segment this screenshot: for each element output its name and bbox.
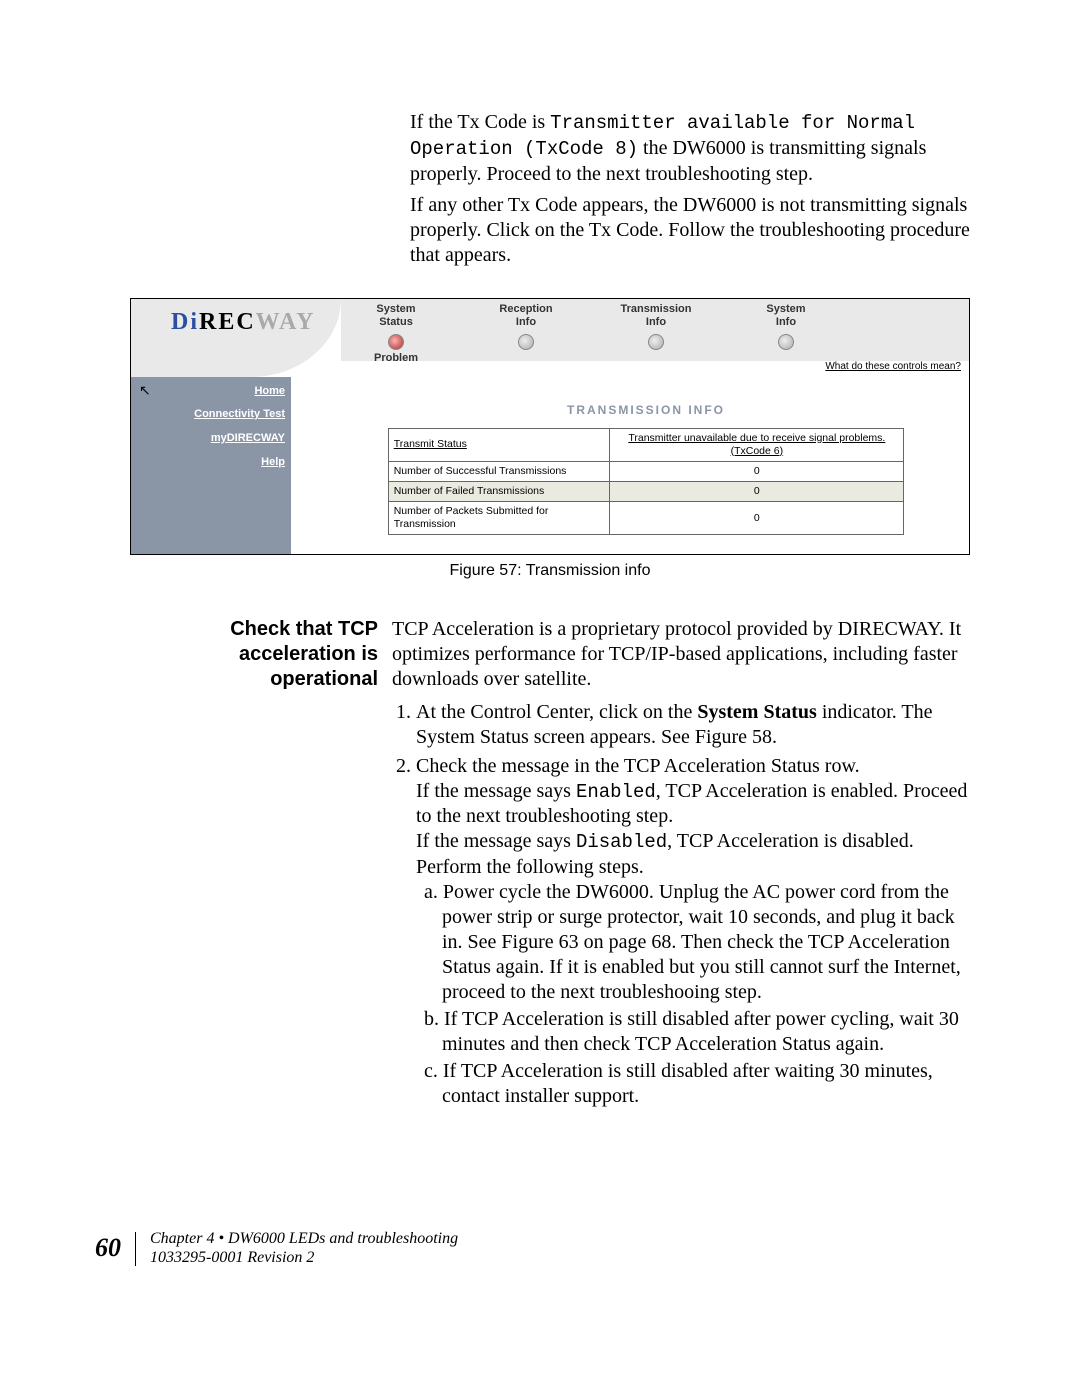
step2-en-pre: If the message says <box>416 780 576 802</box>
step1-bold: System Status <box>697 701 816 723</box>
status-dot-icon <box>388 334 404 350</box>
table-row: Number of Successful Transmissions 0 <box>388 461 904 481</box>
page-number: 60 <box>95 1232 121 1265</box>
step2-enabled: If the message says Enabled, TCP Acceler… <box>416 779 970 830</box>
tab-transmission-info[interactable]: Transmission Info <box>611 303 701 361</box>
section-side-heading: Check that TCP acceleration is operation… <box>130 617 378 692</box>
figure-content: TRANSMISSION INFO Transmit Status Transm… <box>331 389 961 549</box>
sidebar-item-connectivity[interactable]: Connectivity Test <box>131 408 285 422</box>
substep-a: a. Power cycle the DW6000. Unplug the AC… <box>424 880 970 1005</box>
intro-paragraph-1: If the Tx Code is Transmitter available … <box>410 110 970 187</box>
tab-label-line2: Info <box>741 316 831 330</box>
tab-label-line2: Status <box>351 316 441 330</box>
tab-system-info[interactable]: System Info <box>741 303 831 361</box>
header-tabs: System Status Problem Reception Info Tra… <box>341 299 969 361</box>
cell-value: 0 <box>610 461 904 481</box>
section-body: TCP Acceleration is a proprietary protoc… <box>392 617 970 1114</box>
status-dot-icon <box>778 334 794 350</box>
cell-value: Transmitter unavailable due to receive s… <box>610 428 904 461</box>
tab-reception-info[interactable]: Reception Info <box>481 303 571 361</box>
footer-chapter: Chapter 4 • DW6000 LEDs and troubleshoot… <box>150 1230 458 1248</box>
tab-label-line1: System <box>741 303 831 317</box>
cell-label: Number of Packets Submitted for Transmis… <box>388 502 610 535</box>
step-2: Check the message in the TCP Acceleratio… <box>416 754 970 1110</box>
sidebar-item-mydirecway[interactable]: myDIRECWAY <box>131 432 285 446</box>
transmit-status-link[interactable]: Transmitter unavailable due to receive s… <box>628 432 885 457</box>
sidebar-item-help[interactable]: Help <box>131 456 285 470</box>
cell-value: 0 <box>610 502 904 535</box>
section-title: TRANSMISSION INFO <box>331 403 961 418</box>
status-dot-icon <box>648 334 664 350</box>
tab-system-status[interactable]: System Status Problem <box>351 303 441 361</box>
controls-help-link[interactable]: What do these controls mean? <box>825 361 961 372</box>
sidebar-item-home[interactable]: Home <box>131 385 285 399</box>
figure-screenshot: DiRECWAY System Status Problem Reception… <box>130 298 970 555</box>
tab-label-line2: Info <box>611 316 701 330</box>
table-row: Transmit Status Transmitter unavailable … <box>388 428 904 461</box>
substep-b: b. If TCP Acceleration is still disabled… <box>424 1007 970 1057</box>
step2-dis-pre: If the message says <box>416 830 576 852</box>
cursor-icon: ↖ <box>139 383 151 401</box>
step-1: At the Control Center, click on the Syst… <box>416 700 970 750</box>
document-page: If the Tx Code is Transmitter available … <box>0 0 1080 1397</box>
step2-dis-code: Disabled <box>576 831 667 853</box>
cell-label: Number of Successful Transmissions <box>388 461 610 481</box>
step1-pre: At the Control Center, click on the <box>416 701 697 723</box>
cell-label: Number of Failed Transmissions <box>388 481 610 501</box>
cell-value: 0 <box>610 481 904 501</box>
intro-p1-pre: If the Tx Code is <box>410 111 550 133</box>
brand-rec: REC <box>199 309 256 335</box>
table-row: Number of Packets Submitted for Transmis… <box>388 502 904 535</box>
figure-header: DiRECWAY System Status Problem Reception… <box>131 299 969 377</box>
page-footer: 60 Chapter 4 • DW6000 LEDs and troublesh… <box>95 1230 458 1267</box>
figure-sidebar: Home Connectivity Test myDIRECWAY Help <box>131 377 291 554</box>
table-row: Number of Failed Transmissions 0 <box>388 481 904 501</box>
tab-label-line1: Transmission <box>611 303 701 317</box>
brand-way: WAY <box>256 309 316 335</box>
figure-caption: Figure 57: Transmission info <box>130 561 970 581</box>
section-intro: TCP Acceleration is a proprietary protoc… <box>392 617 970 692</box>
step2-disabled: If the message says Disabled, TCP Accele… <box>416 829 970 880</box>
cell-label: Transmit Status <box>388 428 610 461</box>
footer-meta: Chapter 4 • DW6000 LEDs and troubleshoot… <box>150 1230 458 1267</box>
tab-label-line1: Reception <box>481 303 571 317</box>
status-dot-icon <box>518 334 534 350</box>
footer-divider <box>135 1232 136 1266</box>
substeps: a. Power cycle the DW6000. Unplug the AC… <box>424 880 970 1109</box>
intro-paragraph-2: If any other Tx Code appears, the DW6000… <box>410 193 970 268</box>
controls-help-row: What do these controls mean? <box>341 361 969 377</box>
steps-list: At the Control Center, click on the Syst… <box>392 700 970 1110</box>
footer-revision: 1033295-0001 Revision 2 <box>150 1249 458 1267</box>
transmission-info-table: Transmit Status Transmitter unavailable … <box>388 428 905 536</box>
intro-text-block: If the Tx Code is Transmitter available … <box>410 110 970 268</box>
brand-di: Di <box>171 309 199 335</box>
step2-en-code: Enabled <box>576 781 656 803</box>
substep-c: c. If TCP Acceleration is still disabled… <box>424 1059 970 1109</box>
tab-label-line1: System <box>351 303 441 317</box>
transmit-status-label-link[interactable]: Transmit Status <box>394 438 467 450</box>
tcp-acceleration-section: Check that TCP acceleration is operation… <box>130 617 970 1114</box>
brand-logo: DiRECWAY <box>171 307 315 337</box>
tab-label-line2: Info <box>481 316 571 330</box>
step2-line: Check the message in the TCP Acceleratio… <box>416 754 970 779</box>
